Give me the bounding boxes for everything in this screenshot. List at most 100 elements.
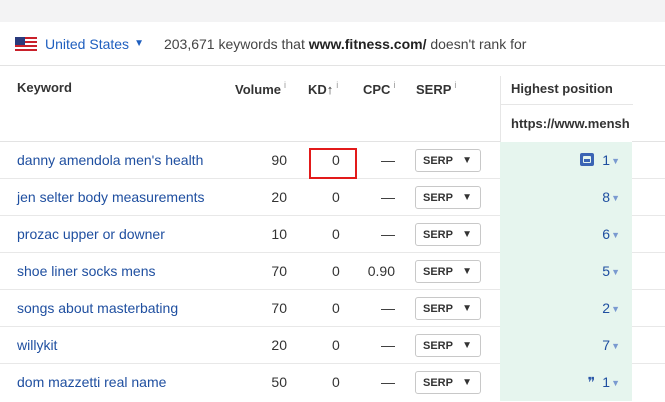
summary-count: 203,671 [163,35,215,52]
chevron-down-icon[interactable]: ▼ [611,378,620,388]
position-cell: ❞ 1 ▼ [500,364,632,401]
cpc-value: — [381,152,395,168]
highest-position-title: Highest position [511,81,613,96]
position-value[interactable]: 8 [602,189,610,205]
keyword-link[interactable]: songs about masterbating [17,300,178,316]
country-selector[interactable]: United States ▼ [15,36,144,52]
serp-dropdown[interactable]: SERP ▼ [415,260,481,283]
column-header-serp[interactable]: SERP i [416,80,456,97]
table-row: dom mazzetti real name 50 0— SERP ▼ ❞ 1 ▼ [0,364,665,401]
kd-value: 0 [332,226,340,242]
info-icon[interactable]: i [393,80,395,90]
summary-text: 203,671 keywords that www.fitness.com/ d… [164,36,526,52]
serp-dropdown[interactable]: SERP ▼ [415,186,481,209]
chevron-down-icon: ▼ [462,155,472,166]
kd-value: 0 [332,300,340,316]
position-value[interactable]: 1 [602,374,610,390]
chevron-down-icon[interactable]: ▼ [611,341,620,351]
keyword-link[interactable]: dom mazzetti real name [17,374,166,390]
volume-value: 20 [271,189,287,205]
country-label: United States [45,35,130,52]
chevron-down-icon: ▼ [462,377,472,388]
position-value[interactable]: 7 [602,337,610,353]
serp-dropdown[interactable]: SERP ▼ [415,149,481,172]
info-icon[interactable]: i [336,80,338,90]
volume-value: 20 [271,337,287,353]
chevron-down-icon[interactable]: ▼ [611,267,620,277]
position-cell: 5 ▼ [500,253,632,290]
keyword-link[interactable]: prozac upper or downer [17,226,165,242]
chevron-down-icon[interactable]: ▼ [611,156,620,166]
kd-value: 0 [332,374,340,390]
volume-value: 90 [271,152,287,168]
serp-label: SERP [423,376,453,389]
keywords-table: Keyword Volume i KD↑ i CPC i SERP i Highest … [0,66,665,401]
volume-value: 70 [271,263,287,279]
chevron-down-icon: ▼ [462,192,472,203]
serp-dropdown[interactable]: SERP ▼ [415,334,481,357]
position-cell: 6 ▼ [500,216,632,253]
volume-value: 10 [271,226,287,242]
keyword-link[interactable]: willykit [17,337,57,353]
chevron-down-icon[interactable]: ▼ [611,304,620,314]
column-header-highest-position: Highest position https://www.menshe [500,76,633,142]
serp-label: SERP [423,228,453,241]
table-header: Keyword Volume i KD↑ i CPC i SERP i Highest … [0,66,665,142]
info-icon[interactable]: i [284,80,286,90]
serp-dropdown[interactable]: SERP ▼ [415,297,481,320]
column-header-cpc[interactable]: CPC i [363,80,395,97]
top-strip [0,0,665,22]
position-value[interactable]: 6 [602,226,610,242]
chevron-down-icon: ▼ [134,38,144,49]
position-value[interactable]: 2 [602,300,610,316]
column-header-kd[interactable]: KD↑ i [308,80,338,97]
cpc-value: — [381,226,395,242]
table-row: jen selter body measurements 20 0— SERP ▼ 8 ▼ [0,179,665,216]
position-cell: 1 ▼ [500,142,632,179]
table-row: willykit 20 0— SERP ▼ 7 ▼ [0,327,665,364]
cpc-value: — [381,300,395,316]
cpc-value: — [381,374,395,390]
position-cell: 8 ▼ [500,179,632,216]
position-value[interactable]: 1 [602,152,610,168]
filter-bar: United States ▼ 203,671 keywords that ww… [0,22,665,66]
table-row: songs about masterbating 70 0— SERP ▼ 2 ▼ [0,290,665,327]
summary-post: doesn't rank for [430,35,527,52]
cpc-value: — [381,337,395,353]
serp-label: SERP [423,265,453,278]
keyword-link[interactable]: jen selter body measurements [17,189,205,205]
summary-domain: www.fitness.com/ [308,35,427,52]
info-icon[interactable]: i [454,80,456,90]
serp-label: SERP [423,191,453,204]
kd-value: 0 [332,189,340,205]
kd-value: 0 [332,263,340,279]
serp-dropdown[interactable]: SERP ▼ [415,371,481,394]
keyword-link[interactable]: shoe liner socks mens [17,263,156,279]
us-flag-icon [15,36,37,51]
kd-value: 0 [332,337,340,353]
highlight-box [309,148,357,179]
chevron-down-icon[interactable]: ▼ [611,193,620,203]
cpc-value: — [381,189,395,205]
keyword-link[interactable]: danny amendola men's health [17,152,203,168]
column-header-volume[interactable]: Volume i [235,80,286,97]
quote-icon: ❞ [587,374,595,390]
serp-label: SERP [423,339,453,352]
position-value[interactable]: 5 [602,263,610,279]
position-cell: 2 ▼ [500,290,632,327]
chevron-down-icon: ▼ [462,266,472,277]
chevron-down-icon: ▼ [462,229,472,240]
table-row: prozac upper or downer 10 0— SERP ▼ 6 ▼ [0,216,665,253]
sort-arrow-icon: ↑ [326,82,334,97]
chevron-down-icon: ▼ [462,340,472,351]
chevron-down-icon[interactable]: ▼ [611,230,620,240]
column-header-keyword[interactable]: Keyword [17,80,72,95]
highest-position-url[interactable]: https://www.menshe [511,116,629,131]
cpc-value: 0.90 [367,263,395,279]
table-row: shoe liner socks mens 70 0 0.90 SERP ▼ 5 ▼ [0,253,665,290]
image-icon [580,153,594,166]
serp-label: SERP [423,154,453,167]
serp-dropdown[interactable]: SERP ▼ [415,223,481,246]
volume-value: 70 [271,300,287,316]
chevron-down-icon: ▼ [462,303,472,314]
